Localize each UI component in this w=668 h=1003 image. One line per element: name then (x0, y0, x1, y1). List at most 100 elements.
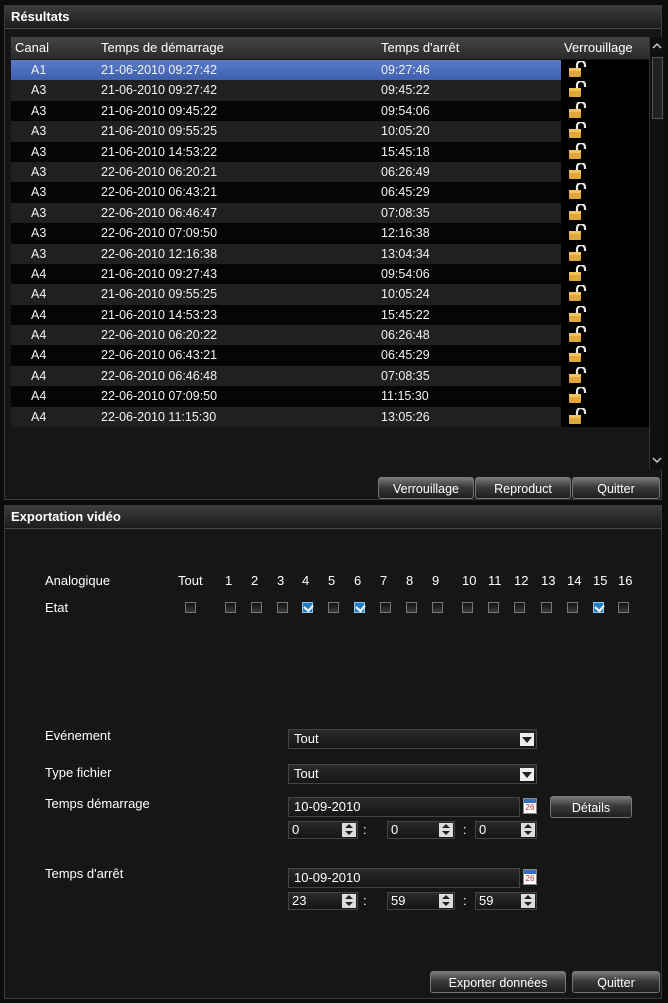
table-row[interactable]: A3 22-06-2010 06:46:47 07:08:35 (11, 202, 649, 224)
table-row[interactable]: A3 21-06-2010 09:55:25 10:05:20 (11, 121, 649, 142)
padlock-open-icon[interactable] (567, 100, 649, 120)
padlock-open-icon[interactable] (567, 161, 649, 181)
spinner-arrows-icon[interactable] (521, 894, 535, 908)
channel-checkbox-15[interactable] (593, 602, 604, 613)
padlock-open-icon[interactable] (567, 121, 649, 140)
stop-minute-spinner[interactable]: 59 (387, 892, 455, 910)
table-row[interactable]: A4 21-06-2010 09:55:25 10:05:24 (11, 284, 649, 305)
spinner-arrows-icon[interactable] (342, 823, 356, 837)
spinner-arrows-icon[interactable] (521, 823, 535, 837)
padlock-open-icon[interactable] (567, 80, 649, 99)
table-row[interactable]: A4 22-06-2010 11:15:30 13:05:26 (11, 406, 649, 428)
stop-date-field[interactable]: 10-09-2010 (288, 868, 520, 888)
cell-start: 22-06-2010 06:20:22 (101, 328, 218, 343)
channel-checkbox-14[interactable] (567, 602, 578, 613)
channel-checkbox-12[interactable] (514, 602, 525, 613)
play-button[interactable]: Reproduct (475, 477, 571, 499)
channel-label-10: 10 (462, 573, 477, 588)
results-scrollbar[interactable] (649, 37, 664, 469)
padlock-open-icon[interactable] (567, 263, 649, 283)
spinner-arrows-icon[interactable] (342, 894, 356, 908)
table-row[interactable]: A3 22-06-2010 07:09:50 12:16:38 (11, 223, 649, 244)
cell-canal: A3 (31, 124, 47, 139)
start-minute-spinner[interactable]: 0 (387, 821, 455, 839)
channel-label-2: 2 (251, 573, 259, 588)
cell-stop: 13:04:34 (381, 246, 430, 261)
time-separator: : (463, 893, 467, 908)
col-header-start[interactable]: Temps de démarrage (101, 40, 224, 55)
channel-checkbox-1[interactable] (225, 602, 236, 613)
channel-checkbox-3[interactable] (277, 602, 288, 613)
table-row[interactable]: A1 21-06-2010 09:27:42 09:27:46 (11, 60, 649, 81)
channel-checkbox-5[interactable] (328, 602, 339, 613)
results-quit-button[interactable]: Quitter (572, 477, 660, 499)
table-row[interactable]: A4 22-06-2010 06:20:22 06:26:48 (11, 324, 649, 346)
start-hour-spinner[interactable]: 0 (288, 821, 358, 839)
start-second-spinner[interactable]: 0 (475, 821, 537, 839)
start-date-field[interactable]: 10-09-2010 (288, 797, 520, 817)
padlock-open-icon[interactable] (567, 202, 649, 222)
channel-checkbox-10[interactable] (462, 602, 473, 613)
table-row[interactable]: A4 22-06-2010 07:09:50 11:15:30 (11, 386, 649, 407)
table-row[interactable]: A3 21-06-2010 09:45:22 09:54:06 (11, 100, 649, 122)
channel-checkbox-11[interactable] (488, 602, 499, 613)
channel-checkbox-7[interactable] (380, 602, 391, 613)
col-header-canal[interactable]: Canal (15, 40, 49, 55)
padlock-open-icon[interactable] (567, 365, 649, 385)
details-button[interactable]: Détails (550, 796, 632, 818)
start-time-label: Temps démarrage (45, 796, 150, 811)
padlock-open-icon[interactable] (567, 304, 649, 324)
col-header-lock[interactable]: Verrouillage (564, 40, 633, 55)
spinner-arrows-icon[interactable] (439, 823, 453, 837)
filetype-select[interactable]: Tout (288, 764, 537, 784)
lock-button[interactable]: Verrouillage (378, 477, 474, 499)
channel-checkbox-6[interactable] (354, 602, 365, 613)
table-row[interactable]: A3 22-06-2010 06:20:21 06:26:49 (11, 161, 649, 183)
cell-canal: A3 (31, 246, 47, 261)
table-row[interactable]: A4 21-06-2010 14:53:23 15:45:22 (11, 304, 649, 326)
stop-hour-spinner[interactable]: 23 (288, 892, 358, 910)
padlock-open-icon[interactable] (567, 182, 649, 201)
padlock-open-icon[interactable] (567, 386, 649, 405)
scroll-down-icon[interactable] (651, 455, 663, 465)
channel-checkbox-4[interactable] (302, 602, 313, 613)
table-row[interactable]: A3 22-06-2010 12:16:38 13:04:34 (11, 243, 649, 264)
table-row[interactable]: A4 21-06-2010 09:27:43 09:54:06 (11, 263, 649, 285)
cell-canal: A3 (31, 103, 47, 118)
channel-checkbox-16[interactable] (618, 602, 629, 613)
export-data-button[interactable]: Exporter données (430, 971, 566, 993)
channel-checkbox-2[interactable] (251, 602, 262, 613)
padlock-open-icon[interactable] (567, 324, 649, 344)
calendar-icon[interactable]: 26 (523, 798, 537, 814)
padlock-open-icon[interactable] (567, 284, 649, 303)
channel-checkbox-all[interactable] (185, 602, 196, 613)
export-quit-button[interactable]: Quitter (572, 971, 660, 993)
col-header-stop[interactable]: Temps d'arrêt (381, 40, 459, 55)
stop-second-spinner[interactable]: 59 (475, 892, 537, 910)
padlock-open-icon[interactable] (567, 406, 649, 426)
table-row[interactable]: A4 22-06-2010 06:43:21 06:45:29 (11, 345, 649, 366)
event-select[interactable]: Tout (288, 729, 537, 749)
table-row[interactable]: A3 21-06-2010 14:53:22 15:45:18 (11, 141, 649, 162)
padlock-open-icon[interactable] (567, 345, 649, 364)
padlock-open-icon[interactable] (567, 223, 649, 242)
scroll-up-icon[interactable] (651, 41, 663, 51)
channel-label-1: 1 (225, 573, 233, 588)
padlock-open-icon[interactable] (567, 141, 649, 161)
table-row[interactable]: A4 22-06-2010 06:46:48 07:08:35 (11, 365, 649, 387)
channel-checkbox-9[interactable] (432, 602, 443, 613)
channel-checkbox-13[interactable] (541, 602, 552, 613)
stop-hour-value: 23 (292, 893, 307, 908)
calendar-icon[interactable]: 26 (523, 869, 537, 885)
padlock-open-icon[interactable] (567, 243, 649, 263)
cell-start: 22-06-2010 11:15:30 (101, 409, 217, 424)
table-row[interactable]: A3 21-06-2010 09:27:42 09:45:22 (11, 80, 649, 101)
cell-canal: A4 (31, 409, 47, 424)
filetype-select-value: Tout (294, 766, 319, 781)
scrollbar-thumb[interactable] (652, 57, 663, 119)
padlock-open-icon[interactable] (567, 60, 649, 79)
cell-stop: 06:26:48 (381, 328, 430, 343)
spinner-arrows-icon[interactable] (439, 894, 453, 908)
channel-checkbox-8[interactable] (406, 602, 417, 613)
table-row[interactable]: A3 22-06-2010 06:43:21 06:45:29 (11, 182, 649, 203)
